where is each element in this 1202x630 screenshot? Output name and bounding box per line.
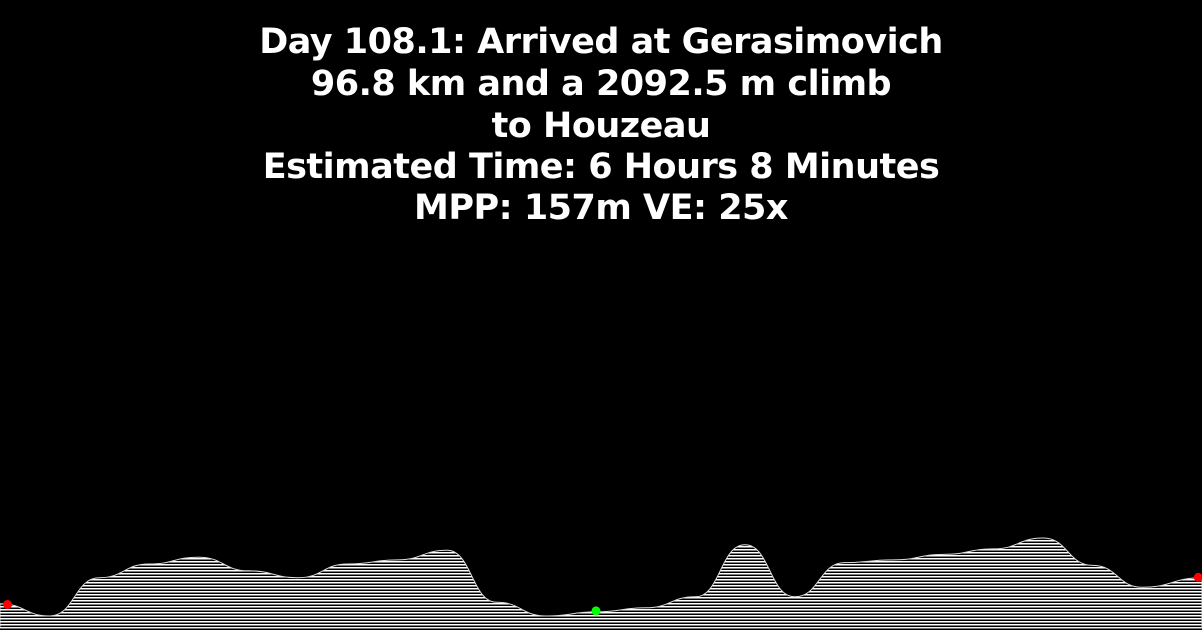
terrain-area bbox=[0, 537, 1202, 629]
midpoint-marker bbox=[591, 606, 601, 616]
elevation-profile bbox=[0, 537, 1202, 629]
start-marker bbox=[3, 600, 12, 609]
